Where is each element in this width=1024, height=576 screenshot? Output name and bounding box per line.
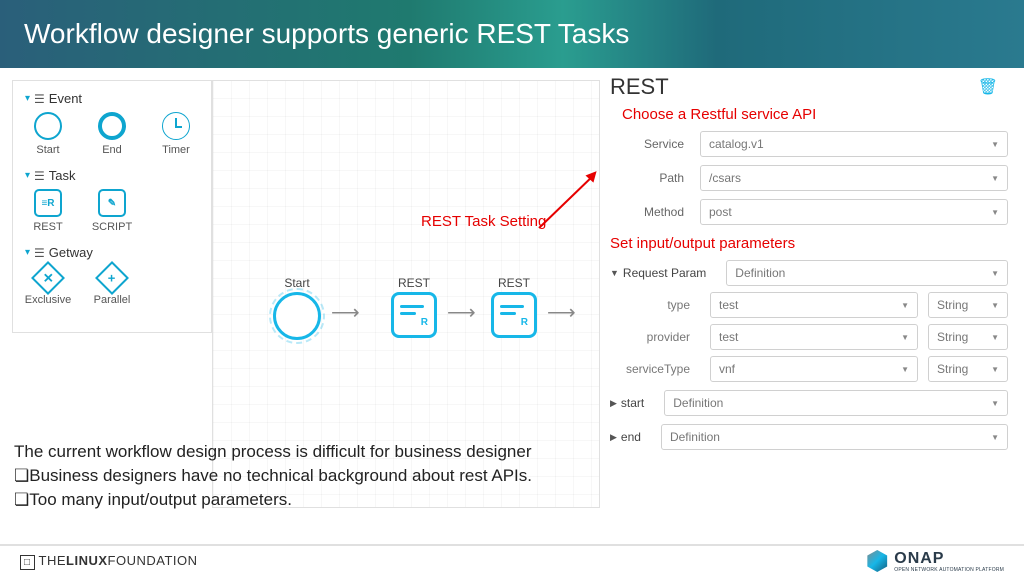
collapsed-start-label: start — [621, 396, 644, 410]
rest-node-1-label: REST — [398, 276, 430, 290]
collapsed-start-mode[interactable]: Definition — [664, 390, 1008, 416]
flow-arrow-icon: ⟶ — [331, 300, 360, 325]
path-label: Path — [610, 171, 700, 185]
notes-bullet-2: ❏Too many input/output parameters. — [14, 488, 532, 512]
footer: □THELINUXFOUNDATION ONAPOPEN NETWORK AUT… — [0, 544, 1024, 576]
timer-icon — [162, 112, 190, 140]
slide-title: Workflow designer supports generic REST … — [0, 0, 1024, 68]
config-heading-params: Set input/output parameters — [610, 235, 1008, 252]
collapsed-end-mode[interactable]: Definition — [661, 424, 1008, 450]
onap-hex-icon — [866, 550, 888, 572]
annotation-arrow-line — [538, 176, 593, 229]
notes-line-1: The current workflow design process is d… — [14, 440, 532, 464]
palette-section-gateway[interactable]: ☰Getway — [25, 245, 199, 260]
config-panel: REST 🗑 Choose a Restful service API Serv… — [600, 68, 1024, 508]
rest-box-icon: ≡R — [34, 189, 62, 217]
config-heading-api: Choose a Restful service API — [622, 106, 1008, 123]
chevron-down-icon[interactable]: ▼ — [610, 268, 619, 278]
flow-arrow-icon: ⟶ — [547, 300, 576, 325]
config-title: REST — [610, 74, 669, 100]
chevron-right-icon[interactable]: ▶ — [610, 432, 617, 443]
param-servicetype-label: serviceType — [610, 362, 700, 376]
notes-block: The current workflow design process is d… — [14, 440, 532, 511]
onap-logo: ONAPOPEN NETWORK AUTOMATION PLATFORM — [866, 550, 1004, 573]
canvas-rest-node-1[interactable]: REST R — [391, 276, 437, 338]
param-provider-label: provider — [610, 330, 700, 344]
service-select[interactable]: catalog.v1 — [700, 131, 1008, 157]
palette-section-event[interactable]: ☰Event — [25, 91, 199, 106]
start-circle-icon — [34, 112, 62, 140]
param-servicetype-type[interactable]: String — [928, 356, 1008, 382]
service-label: Service — [610, 137, 700, 151]
exclusive-diamond-icon: ✕ — [31, 261, 65, 295]
script-box-icon: ✎ — [98, 189, 126, 217]
method-select[interactable]: post — [700, 199, 1008, 225]
canvas-start-node[interactable]: Start — [273, 276, 321, 340]
param-type-type[interactable]: String — [928, 292, 1008, 318]
rest-node-2-label: REST — [498, 276, 530, 290]
linux-foundation-logo: □THELINUXFOUNDATION — [20, 553, 198, 570]
start-node-label: Start — [284, 276, 309, 290]
notes-bullet-1: ❏Business designers have no technical ba… — [14, 464, 532, 488]
rest-node-1-shape: R — [391, 292, 437, 338]
param-servicetype-value[interactable]: vnf — [710, 356, 918, 382]
method-label: Method — [610, 205, 700, 219]
param-provider-value[interactable]: test — [710, 324, 918, 350]
end-circle-icon — [98, 112, 126, 140]
palette-start-event[interactable]: Start — [25, 112, 71, 156]
param-type-value[interactable]: test — [710, 292, 918, 318]
annotation-rest-setting: REST Task Setting — [421, 213, 546, 230]
palette-timer-event[interactable]: Timer — [153, 112, 199, 156]
palette-exclusive-gateway[interactable]: ✕Exclusive — [25, 266, 71, 306]
param-type-label: type — [610, 298, 700, 312]
request-param-mode-select[interactable]: Definition — [726, 260, 1008, 286]
flow-arrow-icon: ⟶ — [447, 300, 476, 325]
path-select[interactable]: /csars — [700, 165, 1008, 191]
param-provider-type[interactable]: String — [928, 324, 1008, 350]
palette-rest-task[interactable]: ≡RREST — [25, 189, 71, 233]
request-param-label: Request Param — [623, 266, 706, 280]
palette-section-task[interactable]: ☰Task — [25, 168, 199, 183]
palette-parallel-gateway[interactable]: +Parallel — [89, 266, 135, 306]
start-node-shape — [273, 292, 321, 340]
canvas-rest-node-2[interactable]: REST R — [491, 276, 537, 338]
rest-node-2-shape: R — [491, 292, 537, 338]
collapsed-end-label: end — [621, 430, 641, 444]
palette-panel: ☰Event Start End Timer ☰Task ≡RREST ✎SCR… — [12, 80, 212, 333]
chevron-right-icon[interactable]: ▶ — [610, 398, 617, 409]
palette-end-event[interactable]: End — [89, 112, 135, 156]
parallel-diamond-icon: + — [95, 261, 129, 295]
palette-script-task[interactable]: ✎SCRIPT — [89, 189, 135, 233]
delete-icon[interactable]: 🗑 — [978, 77, 998, 97]
